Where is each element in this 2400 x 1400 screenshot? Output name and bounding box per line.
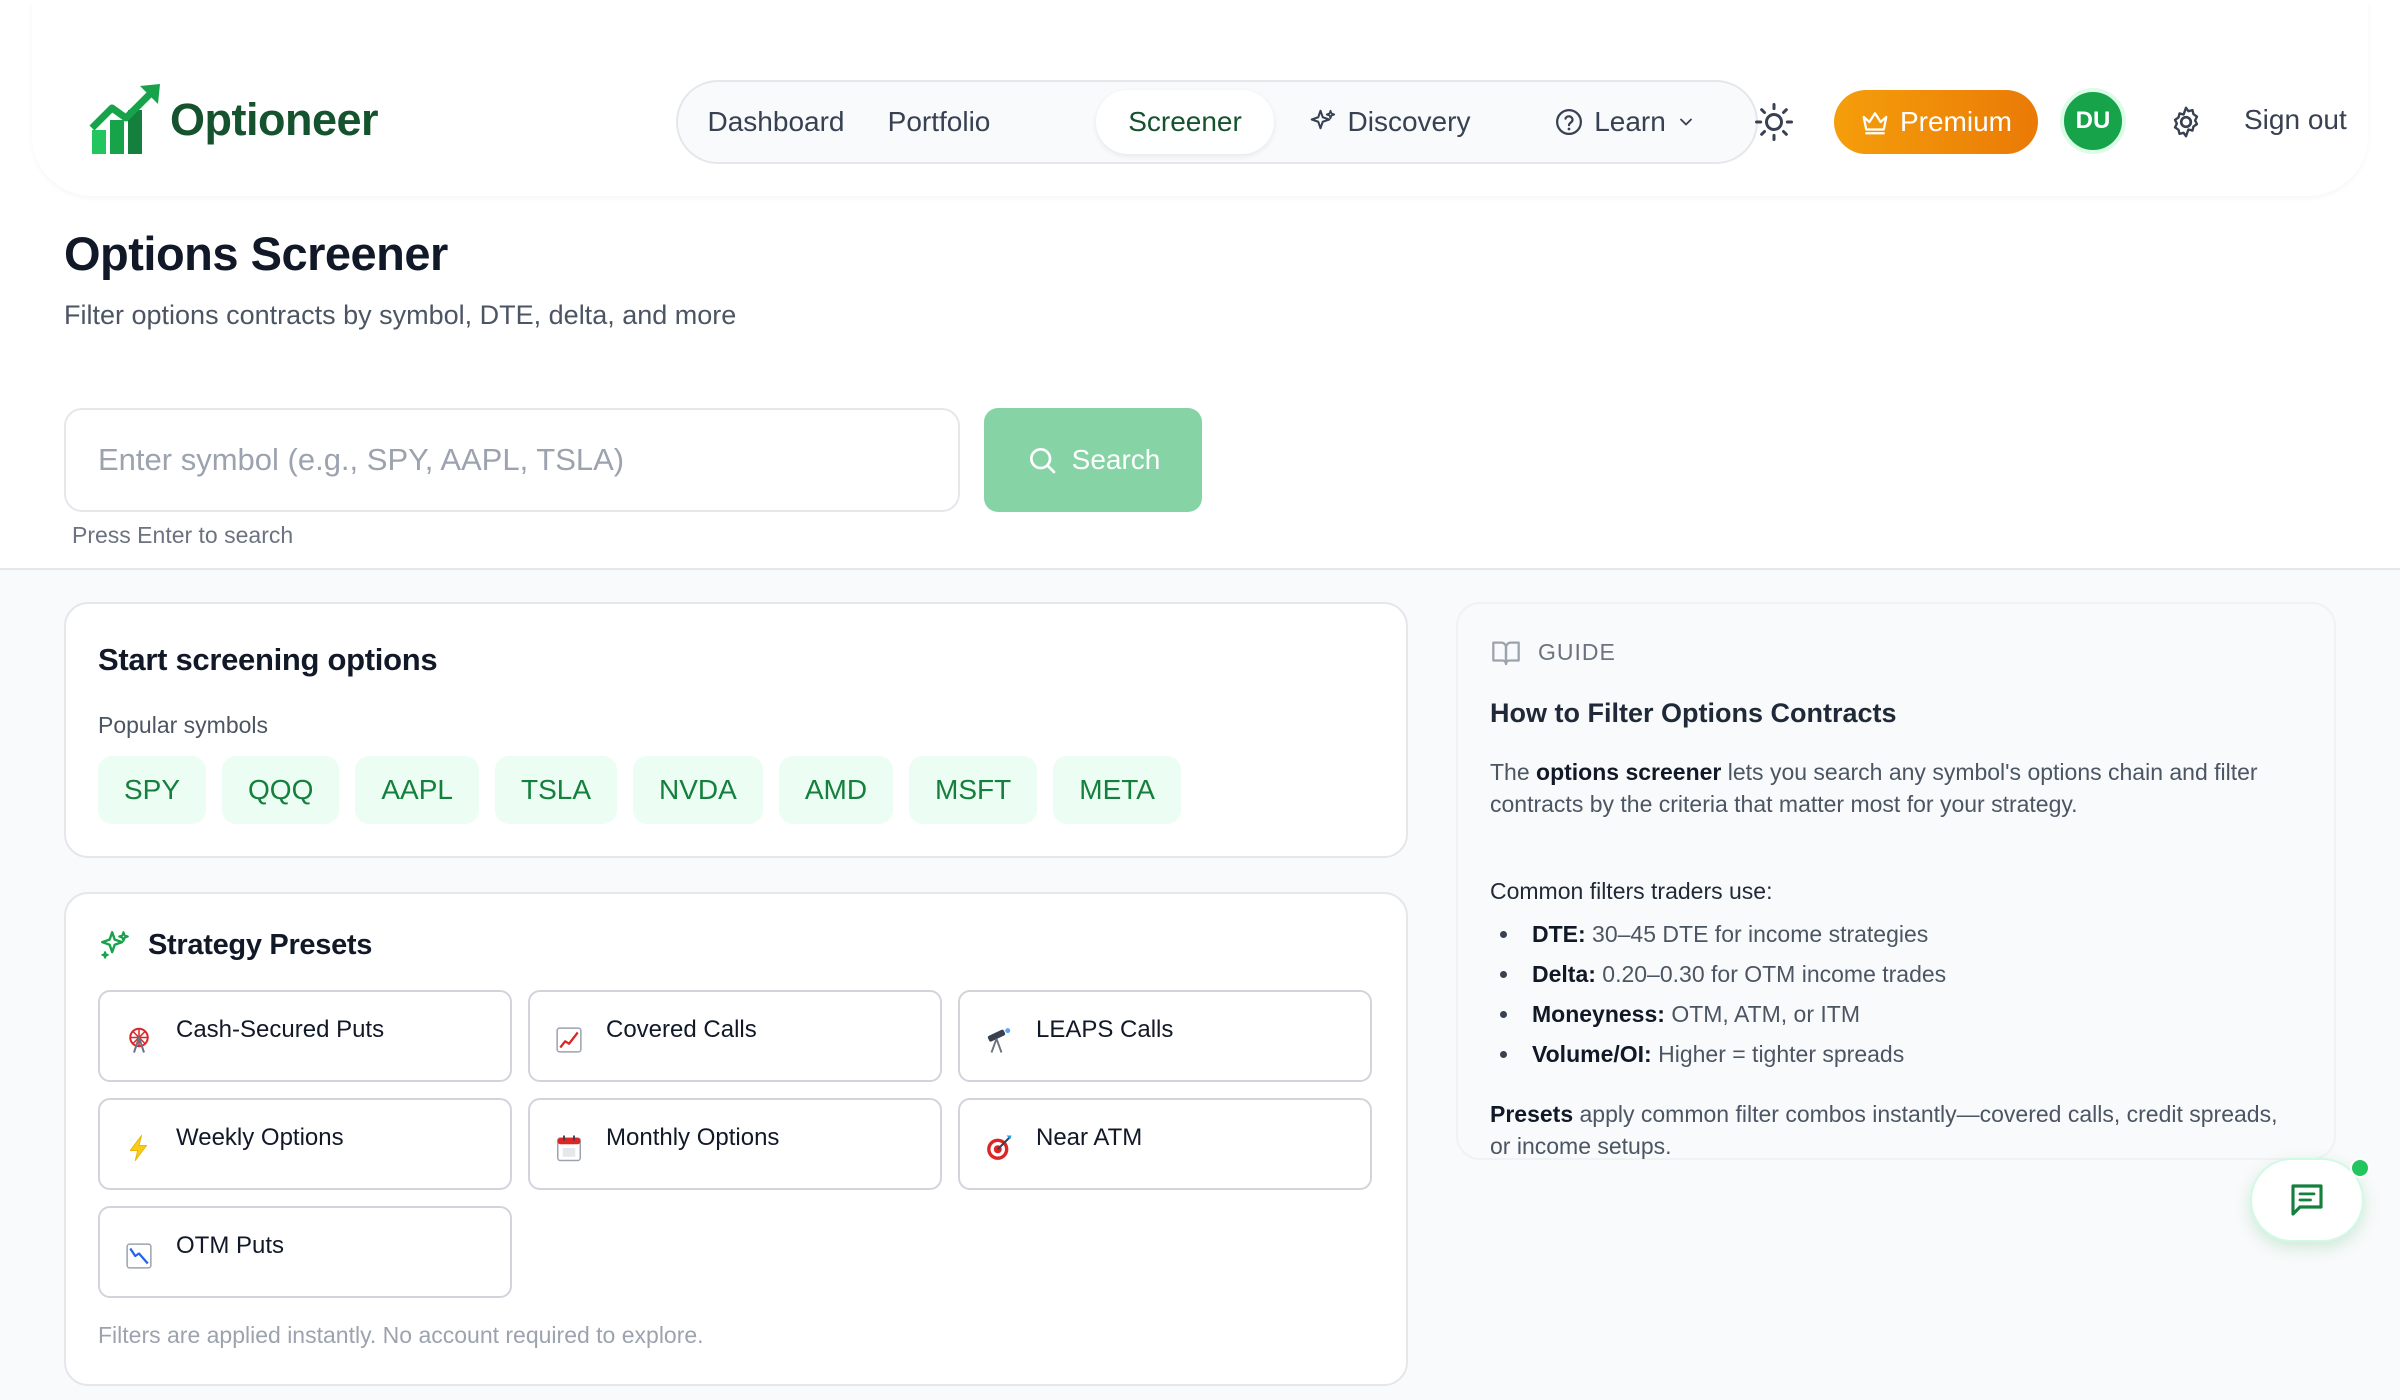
book-open-icon bbox=[1492, 641, 1520, 666]
sparkles-icon bbox=[1310, 109, 1335, 130]
symbol-search-input[interactable] bbox=[64, 408, 960, 512]
list-item: DTE: 30–45 DTE for income strategies bbox=[1490, 914, 1946, 954]
popular-symbols-label: Popular symbols bbox=[98, 712, 269, 738]
calendar-icon bbox=[557, 1135, 581, 1162]
nav-learn[interactable]: Learn bbox=[1548, 90, 1702, 154]
preset-leaps-calls[interactable]: LEAPS Calls bbox=[958, 990, 1372, 1082]
list-item: Moneyness: OTM, ATM, or ITM bbox=[1490, 994, 1946, 1034]
strategy-presets-card: Strategy Presets Cash-Secured Puts Cover… bbox=[64, 892, 1408, 1386]
chart-up-icon bbox=[556, 1027, 582, 1053]
sun-icon[interactable] bbox=[1754, 102, 1794, 142]
symbol-chip-amd[interactable]: AMD bbox=[778, 756, 894, 824]
symbol-chip-msft[interactable]: MSFT bbox=[909, 756, 1038, 824]
nav-discovery[interactable]: Discovery bbox=[1294, 90, 1484, 154]
search-icon bbox=[1029, 448, 1055, 474]
lightning-icon bbox=[129, 1135, 147, 1161]
crown-icon bbox=[1862, 112, 1888, 135]
premium-button[interactable]: Premium bbox=[1834, 90, 2038, 154]
symbol-chip-qqq[interactable]: QQQ bbox=[222, 756, 340, 824]
telescope-icon bbox=[987, 1028, 1011, 1053]
strategy-presets-title: Strategy Presets bbox=[148, 928, 373, 961]
popular-symbols-list: SPY QQQ AAPL TSLA NVDA AMD MSFT META bbox=[98, 756, 1181, 824]
preset-weekly-options[interactable]: Weekly Options bbox=[98, 1098, 512, 1190]
ferris-wheel-icon bbox=[129, 1027, 149, 1053]
sparkles-icon bbox=[101, 931, 129, 959]
preset-near-atm[interactable]: Near ATM bbox=[958, 1098, 1372, 1190]
chat-button[interactable] bbox=[2250, 1158, 2364, 1242]
logo-icon bbox=[89, 84, 160, 154]
logo[interactable]: Optioneer bbox=[88, 82, 379, 158]
search-button[interactable]: Search bbox=[984, 408, 1202, 512]
presets-footnote: Filters are applied instantly. No accoun… bbox=[98, 1322, 704, 1348]
nav-screener[interactable]: Screener bbox=[1096, 90, 1274, 154]
chat-icon bbox=[2291, 1184, 2323, 1216]
preset-monthly-options[interactable]: Monthly Options bbox=[528, 1098, 942, 1190]
symbol-chip-spy[interactable]: SPY bbox=[98, 756, 207, 824]
preset-covered-calls[interactable]: Covered Calls bbox=[528, 990, 942, 1082]
page-subtitle: Filter options contracts by symbol, DTE,… bbox=[64, 300, 737, 330]
target-icon bbox=[987, 1135, 1012, 1160]
guide-common-filters-label: Common filters traders use: bbox=[1490, 878, 1773, 904]
symbol-chip-tsla[interactable]: TSLA bbox=[494, 756, 618, 824]
guide-label: GUIDE bbox=[1490, 636, 1616, 668]
guide-intro: The options screener lets you search any… bbox=[1490, 759, 2258, 817]
preset-otm-puts[interactable]: OTM Puts bbox=[98, 1206, 512, 1298]
page: Optioneer Dashboard Portfolio Screener D… bbox=[0, 0, 2400, 1400]
chevron-down-icon bbox=[1679, 118, 1692, 126]
strategy-presets-header: Strategy Presets bbox=[98, 928, 372, 962]
symbol-chip-meta[interactable]: META bbox=[1053, 756, 1181, 824]
symbol-chip-aapl[interactable]: AAPL bbox=[355, 756, 479, 824]
logo-text: Optioneer bbox=[170, 94, 379, 145]
content-area: Start screening options Popular symbols … bbox=[0, 568, 2400, 1400]
sign-out-link[interactable]: Sign out bbox=[2244, 104, 2347, 136]
guide-outro: Presets apply common filter combos insta… bbox=[1490, 1101, 2278, 1159]
symbol-chip-nvda[interactable]: NVDA bbox=[633, 756, 763, 824]
guide-title: How to Filter Options Contracts bbox=[1490, 698, 1897, 728]
list-item: Delta: 0.20–0.30 for OTM income trades bbox=[1490, 954, 1946, 994]
page-title: Options Screener bbox=[64, 227, 448, 280]
guide-panel: GUIDE How to Filter Options Contracts Th… bbox=[1456, 602, 2336, 1160]
top-header: Optioneer Dashboard Portfolio Screener D… bbox=[32, 0, 2368, 196]
search-hint: Press Enter to search bbox=[72, 522, 294, 548]
user-avatar[interactable]: DU bbox=[2060, 88, 2126, 154]
start-screening-title: Start screening options bbox=[98, 642, 438, 677]
gear-icon[interactable] bbox=[2168, 104, 2204, 140]
nav-portfolio[interactable]: Portfolio bbox=[870, 90, 1008, 154]
list-item: Volume/OI: Higher = tighter spreads bbox=[1490, 1034, 1946, 1074]
guide-filter-list: DTE: 30–45 DTE for income strategies Del… bbox=[1490, 914, 1946, 1074]
help-circle-icon bbox=[1556, 109, 1583, 135]
chat-online-dot bbox=[2350, 1158, 2370, 1178]
preset-cash-secured-puts[interactable]: Cash-Secured Puts bbox=[98, 990, 512, 1082]
start-screening-card: Start screening options Popular symbols … bbox=[64, 602, 1408, 858]
nav-dashboard[interactable]: Dashboard bbox=[702, 90, 850, 154]
main-nav: Dashboard Portfolio Screener Discovery L… bbox=[676, 80, 1758, 164]
chart-down-icon bbox=[126, 1243, 152, 1269]
